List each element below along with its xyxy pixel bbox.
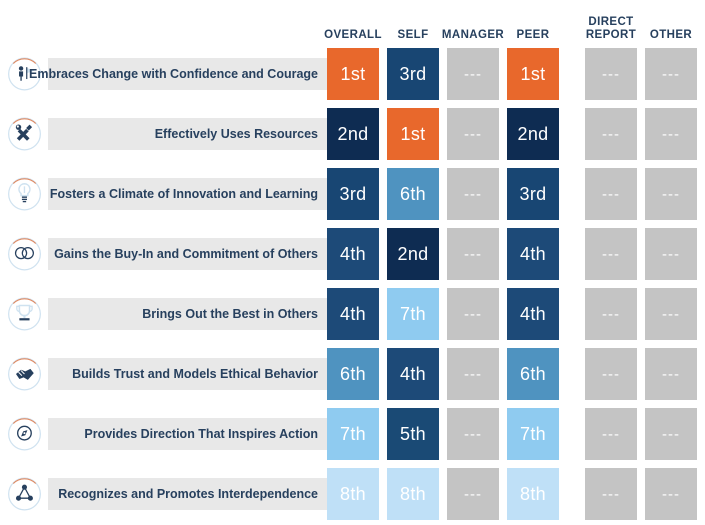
rank-cell-other: ---: [645, 468, 697, 520]
rank-cell-overall: 2nd: [327, 108, 379, 160]
rank-cell-other: ---: [645, 348, 697, 400]
rank-cell-manager: ---: [447, 348, 499, 400]
competency-label: Brings Out the Best in Others: [142, 307, 318, 321]
matrix-row: Fosters a Climate of Innovation and Lear…: [0, 165, 705, 225]
matrix-row: Effectively Uses Resources 2nd 1st --- 2nd --…: [0, 105, 705, 165]
rank-cell-peer: 1st: [507, 48, 559, 100]
rank-cell-other: ---: [645, 228, 697, 280]
handshake-icon: [7, 354, 42, 394]
competency-label-band: Gains the Buy-In and Commitment of Other…: [48, 238, 328, 270]
competency-label: Embraces Change with Confidence and Cour…: [29, 67, 318, 81]
network-nodes-icon: [7, 474, 42, 514]
rank-cell-self: 6th: [387, 168, 439, 220]
competency-label-band: Recognizes and Promotes Interdependence: [48, 478, 328, 510]
rank-cell-direct-report: ---: [585, 408, 637, 460]
rank-cell-other: ---: [645, 108, 697, 160]
trophy-icon: [7, 294, 42, 334]
competency-label: Builds Trust and Models Ethical Behavior: [72, 367, 318, 381]
matrix-row: Provides Direction That Inspires Action 7…: [0, 405, 705, 465]
rank-cell-overall: 6th: [327, 348, 379, 400]
rank-cell-overall: 7th: [327, 408, 379, 460]
column-header-row: OVERALL SELF MANAGER PEER DIRECT REPORT OTHER: [0, 0, 705, 48]
rank-cell-peer: 7th: [507, 408, 559, 460]
column-header-other: OTHER: [649, 29, 693, 41]
rank-cell-manager: ---: [447, 168, 499, 220]
rank-cell-peer: 3rd: [507, 168, 559, 220]
competency-label-band: Provides Direction That Inspires Action: [48, 418, 328, 450]
rank-cell-overall: 4th: [327, 288, 379, 340]
column-header-peer: PEER: [516, 29, 550, 41]
competency-label: Effectively Uses Resources: [154, 127, 318, 141]
rank-cell-direct-report: ---: [585, 348, 637, 400]
rank-cell-self: 4th: [387, 348, 439, 400]
rank-cell-peer: 4th: [507, 288, 559, 340]
competency-label: Recognizes and Promotes Interdependence: [58, 487, 318, 501]
competency-label-band: Embraces Change with Confidence and Cour…: [29, 58, 328, 90]
rank-cell-self: 8th: [387, 468, 439, 520]
matrix-row: Brings Out the Best in Others 4th 7th --- 4t…: [0, 285, 705, 345]
lightbulb-icon: [7, 174, 42, 214]
rank-cell-overall: 3rd: [327, 168, 379, 220]
rank-cell-self: 5th: [387, 408, 439, 460]
matrix-row: Builds Trust and Models Ethical Behavior…: [0, 345, 705, 405]
rank-cell-direct-report: ---: [585, 168, 637, 220]
overlapping-circles-icon: [7, 234, 42, 274]
rank-cell-other: ---: [645, 288, 697, 340]
rank-cell-manager: ---: [447, 408, 499, 460]
competency-label: Fosters a Climate of Innovation and Lear…: [49, 187, 318, 201]
rank-cell-self: 7th: [387, 288, 439, 340]
rank-cell-direct-report: ---: [585, 228, 637, 280]
rank-cell-direct-report: ---: [585, 288, 637, 340]
rank-cell-self: 3rd: [387, 48, 439, 100]
rank-cell-peer: 8th: [507, 468, 559, 520]
rank-cell-overall: 1st: [327, 48, 379, 100]
rank-cell-other: ---: [645, 48, 697, 100]
competency-label: Gains the Buy-In and Commitment of Other…: [54, 247, 318, 261]
rank-cell-peer: 2nd: [507, 108, 559, 160]
rank-cell-peer: 6th: [507, 348, 559, 400]
rank-cell-manager: ---: [447, 228, 499, 280]
rank-cell-manager: ---: [447, 468, 499, 520]
rank-cell-self: 1st: [387, 108, 439, 160]
rank-cell-peer: 4th: [507, 228, 559, 280]
rank-cell-other: ---: [645, 168, 697, 220]
rank-cell-direct-report: ---: [585, 48, 637, 100]
competency-label-band: Brings Out the Best in Others: [48, 298, 328, 330]
rank-cell-direct-report: ---: [585, 108, 637, 160]
competency-label-band: Effectively Uses Resources: [48, 118, 328, 150]
competency-label-band: Builds Trust and Models Ethical Behavior: [48, 358, 328, 390]
rank-cell-direct-report: ---: [585, 468, 637, 520]
rank-cell-overall: 4th: [327, 228, 379, 280]
matrix-row: Recognizes and Promotes Interdependence 8…: [0, 465, 705, 525]
competency-label-band: Fosters a Climate of Innovation and Lear…: [48, 178, 328, 210]
rank-cell-manager: ---: [447, 288, 499, 340]
matrix-row: Embraces Change with Confidence and Cour…: [0, 45, 705, 105]
rank-cell-self: 2nd: [387, 228, 439, 280]
compass-icon: [7, 414, 42, 454]
hammer-and-wrench-icon: [7, 114, 42, 154]
rank-cell-overall: 8th: [327, 468, 379, 520]
matrix-row: Gains the Buy-In and Commitment of Other…: [0, 225, 705, 285]
rank-cell-other: ---: [645, 408, 697, 460]
rank-cell-manager: ---: [447, 108, 499, 160]
rank-cell-manager: ---: [447, 48, 499, 100]
competency-label: Provides Direction That Inspires Action: [84, 427, 318, 441]
leadership-rank-matrix: OVERALL SELF MANAGER PEER DIRECT REPORT OTHER…: [0, 0, 705, 522]
